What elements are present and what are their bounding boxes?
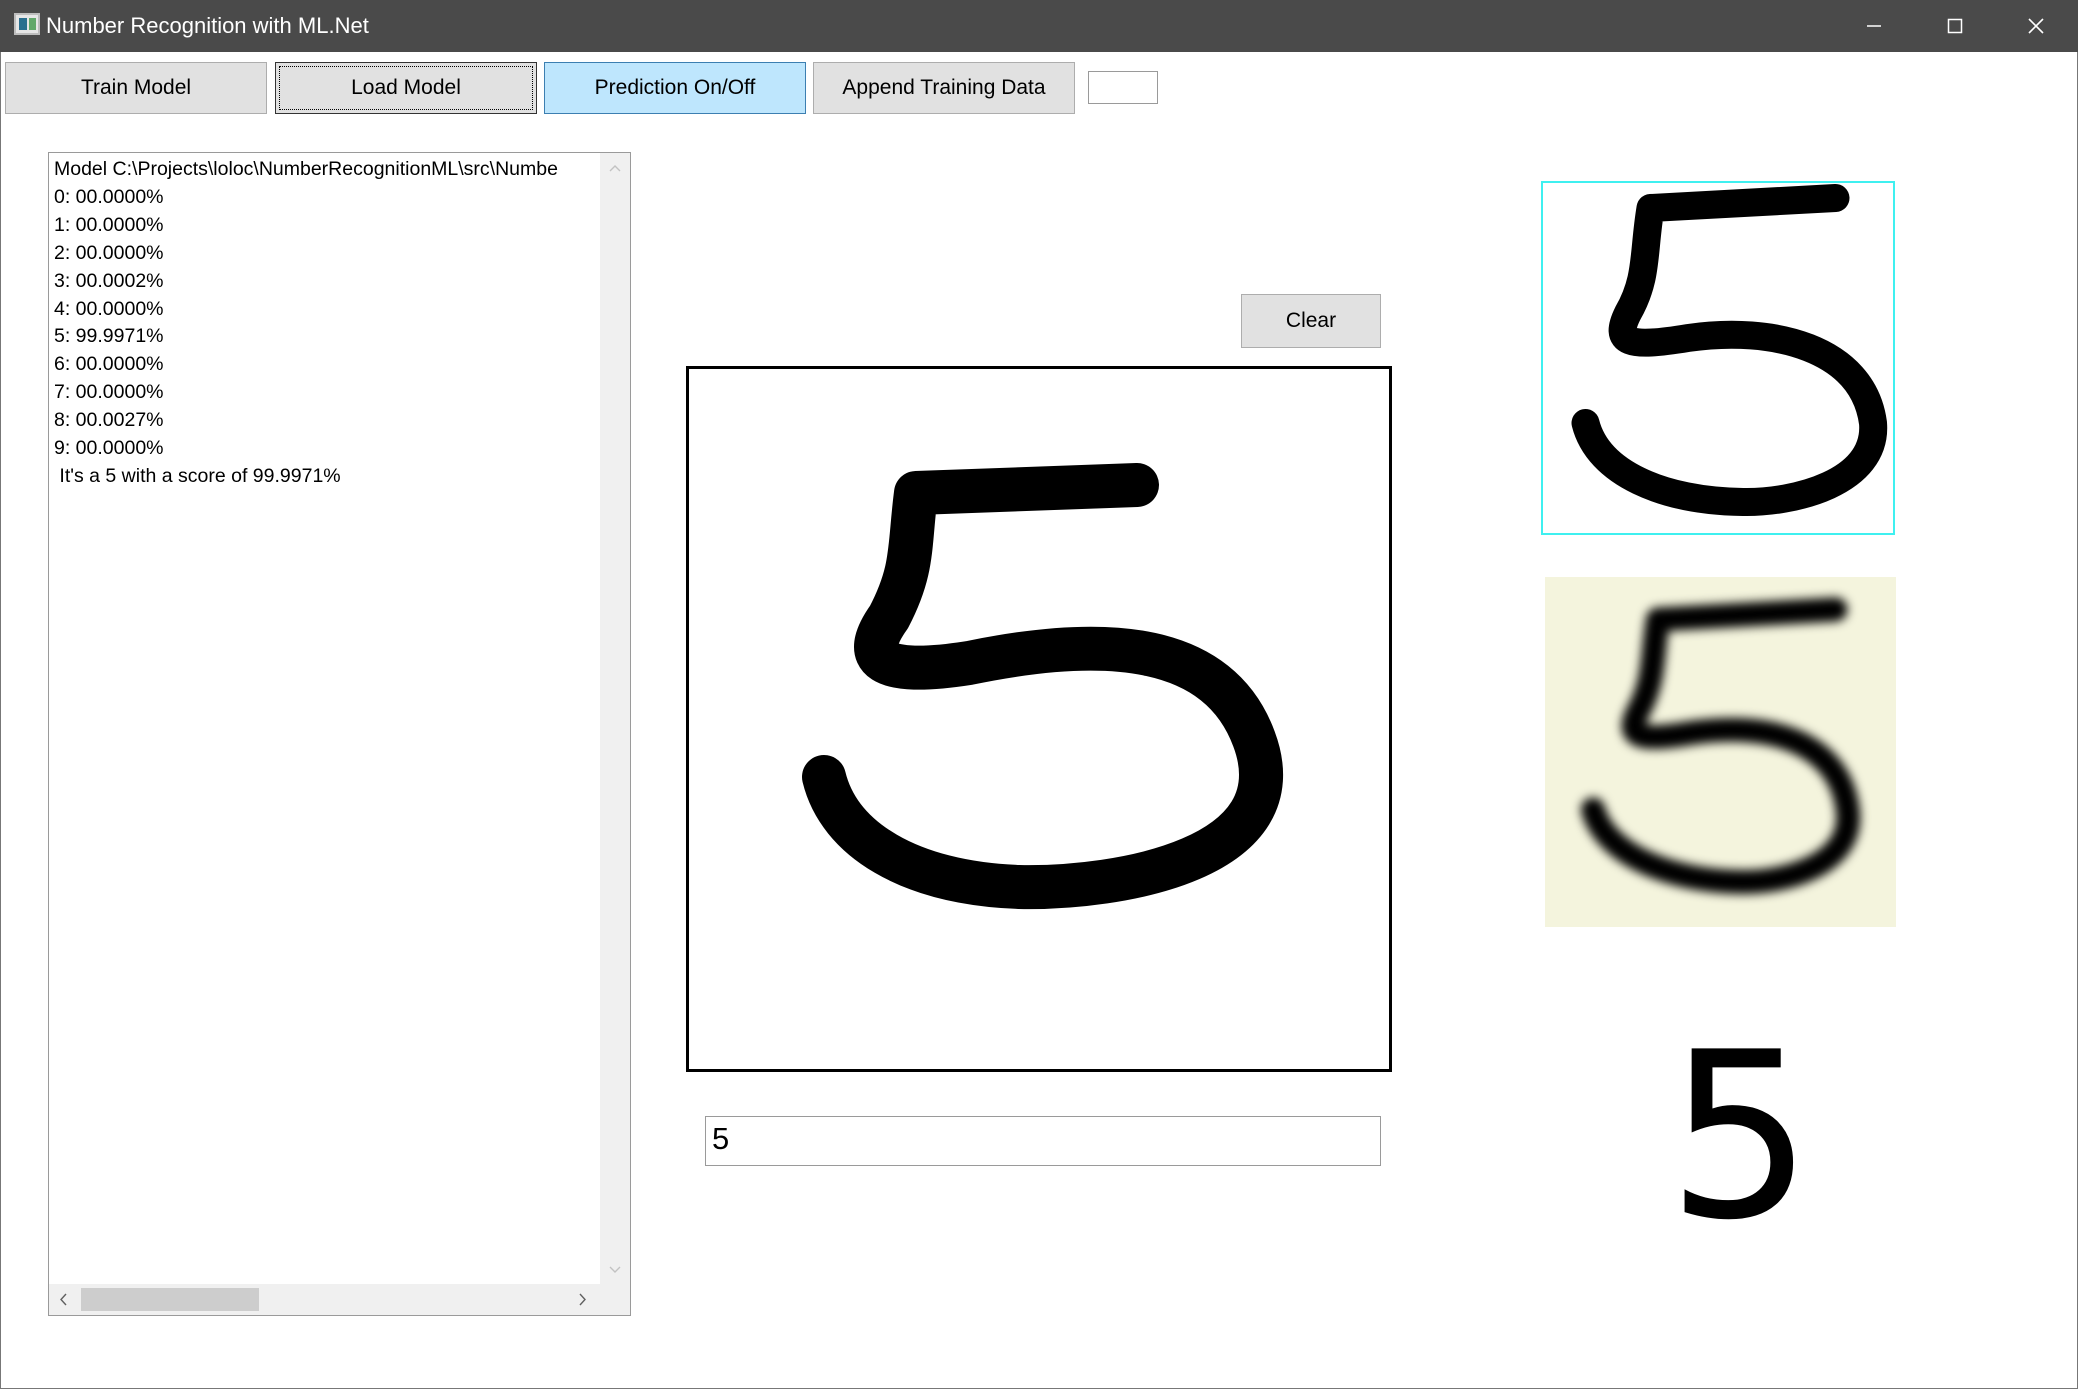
- horizontal-scroll-thumb[interactable]: [81, 1288, 259, 1311]
- prediction-result-input[interactable]: 5: [705, 1116, 1381, 1166]
- log-line-digit-5: 5: 99.9971%: [54, 325, 164, 348]
- load-model-button[interactable]: Load Model: [275, 62, 537, 114]
- log-line-digit-9: 9: 00.0000%: [54, 437, 164, 460]
- train-model-button[interactable]: Train Model: [5, 62, 267, 114]
- chevron-right-icon[interactable]: [579, 1293, 587, 1306]
- chevron-down-icon[interactable]: [609, 1266, 621, 1274]
- minimize-button[interactable]: [1834, 0, 1914, 52]
- append-training-data-button[interactable]: Append Training Data: [813, 62, 1075, 114]
- maximize-icon: [1947, 18, 1963, 34]
- log-line-model: Model C:\Projects\loloc\NumberRecognitio…: [54, 158, 558, 180]
- prediction-toggle-button[interactable]: Prediction On/Off: [544, 62, 806, 114]
- label-input[interactable]: [1088, 71, 1158, 104]
- log-list[interactable]: Model C:\Projects\loloc\NumberRecognitio…: [48, 152, 631, 1316]
- log-lines: Model C:\Projects\loloc\NumberRecognitio…: [54, 156, 599, 491]
- app-icon: [14, 13, 40, 35]
- clear-button[interactable]: Clear: [1241, 294, 1381, 348]
- close-icon: [2028, 18, 2044, 34]
- title-bar: Number Recognition with ML.Net: [0, 0, 2078, 52]
- log-line-digit-3: 3: 00.0002%: [54, 269, 164, 292]
- log-line-digit-6: 6: 00.0000%: [54, 353, 164, 376]
- handwritten-digit-stroke: [802, 463, 1283, 910]
- log-line-digit-0: 0: 00.0000%: [54, 185, 164, 208]
- scaled-digit-preview: [1545, 577, 1896, 927]
- log-line-digit-8: 8: 00.0027%: [54, 409, 164, 432]
- cropped-digit-stroke: [1571, 184, 1888, 517]
- log-line-digit-1: 1: 00.0000%: [54, 213, 164, 236]
- scaled-digit-stroke: [1581, 597, 1861, 895]
- cropped-digit-preview: [1541, 181, 1895, 535]
- scrollbar-corner: [600, 1284, 630, 1315]
- minimize-icon: [1867, 25, 1881, 27]
- chevron-left-icon[interactable]: [59, 1293, 67, 1306]
- log-line-result: It's a 5 with a score of 99.9971%: [54, 464, 341, 487]
- maximize-button[interactable]: [1915, 0, 1995, 52]
- log-line-digit-4: 4: 00.0000%: [54, 297, 164, 320]
- log-line-digit-2: 2: 00.0000%: [54, 241, 164, 264]
- predicted-digit-label: 5: [1666, 1004, 1814, 1271]
- log-line-digit-7: 7: 00.0000%: [54, 381, 164, 404]
- vertical-scrollbar[interactable]: [600, 153, 630, 1285]
- chevron-up-icon[interactable]: [609, 164, 621, 172]
- horizontal-scrollbar[interactable]: [49, 1284, 600, 1315]
- drawing-canvas[interactable]: [686, 366, 1392, 1072]
- window-title: Number Recognition with ML.Net: [46, 13, 369, 38]
- close-button[interactable]: [1996, 0, 2076, 52]
